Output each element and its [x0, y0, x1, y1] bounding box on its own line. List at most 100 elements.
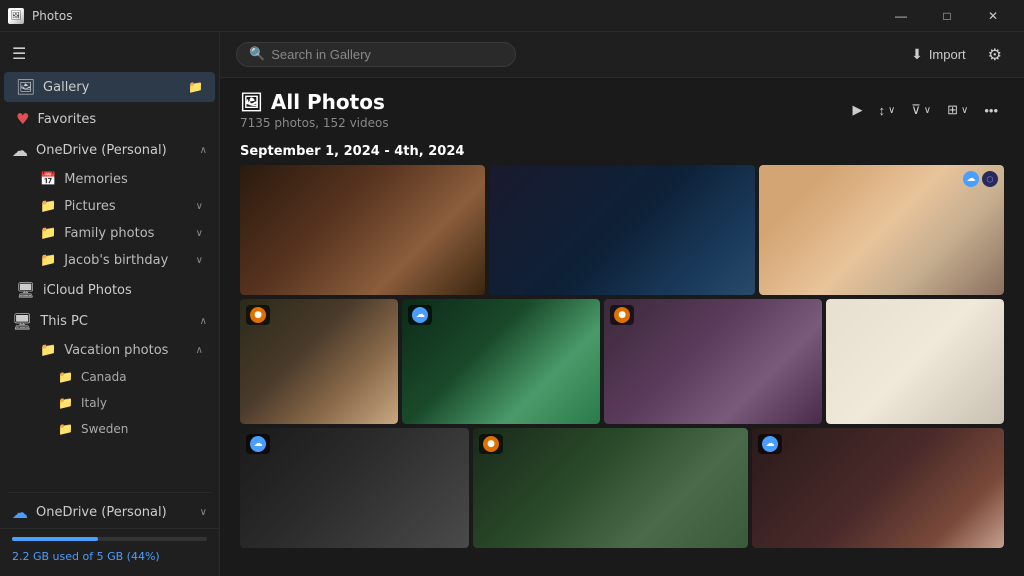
more-icon: ••• — [984, 103, 998, 118]
onedrive-chevron-icon: ∧ — [200, 145, 207, 156]
photo-cell[interactable]: ☁ — [402, 299, 600, 424]
gallery-controls: ▶ ↕ ∨ ⊽ ∨ ⊞ ∨ ••• — [846, 98, 1004, 122]
family-photos-label: Family photos — [64, 226, 187, 241]
badge-icon: ● — [250, 307, 266, 323]
storage-bar-fill — [12, 537, 98, 541]
sort-icon: ↕ — [878, 103, 885, 118]
sidebar-onedrive-bottom[interactable]: ☁ OneDrive (Personal) ∨ — [0, 497, 219, 528]
photo-row-2: ● ☁ ● — [240, 299, 1004, 424]
import-icon: ⬇ — [911, 46, 923, 63]
photo-cell[interactable]: ● — [240, 299, 398, 424]
title-bar-left: 🖼 Photos — [8, 8, 72, 24]
photo-badge: ☁ — [246, 434, 270, 454]
pictures-icon: 📁 — [40, 199, 56, 214]
gallery-title-text: All Photos — [271, 90, 385, 114]
sidebar-favorites-label: Favorites — [37, 112, 203, 127]
photo-row-3: ☁ ● ☁ — [240, 428, 1004, 548]
window-controls: — □ ✕ — [878, 0, 1016, 32]
badge-icon: ● — [614, 307, 630, 323]
sidebar-item-onedrive-personal[interactable]: ☁ OneDrive (Personal) ∧ — [0, 135, 219, 166]
sidebar-item-italy[interactable]: 📁 Italy — [4, 391, 215, 415]
family-photos-icon: 📁 — [40, 226, 56, 241]
jacobs-birthday-icon: 📁 — [40, 253, 56, 268]
canada-icon: 📁 — [58, 370, 73, 384]
more-button[interactable]: ••• — [978, 99, 1004, 122]
onedrive-label: OneDrive (Personal) — [36, 143, 192, 158]
sidebar-divider — [8, 492, 211, 493]
this-pc-label: This PC — [40, 314, 191, 329]
photo-cell[interactable] — [489, 165, 755, 295]
vacation-photos-chevron-icon: ∧ — [196, 345, 203, 356]
photo-cell[interactable]: ☁ — [240, 428, 469, 548]
photo-cell[interactable]: ☁ ⬡ — [759, 165, 1004, 295]
photo-badge: ☁ — [758, 434, 782, 454]
heart-icon: ♥ — [16, 110, 29, 128]
gallery-title-icon: 🖼 — [240, 92, 263, 113]
sidebar-item-icloud-photos[interactable]: 🖥 iCloud Photos — [4, 275, 215, 305]
sidebar-item-canada[interactable]: 📁 Canada — [4, 365, 215, 389]
gallery-header: 🖼 All Photos 7135 photos, 152 videos ▶ ↕… — [220, 78, 1024, 136]
sidebar-item-pictures[interactable]: 📁 Pictures ∨ — [4, 194, 215, 219]
sweden-icon: 📁 — [58, 422, 73, 436]
app-body: ☰ 🖼 Gallery 📁 ♥ Favorites ☁ OneDrive (Pe… — [0, 32, 1024, 576]
minimize-button[interactable]: — — [878, 0, 924, 32]
import-button[interactable]: ⬇ Import — [903, 42, 974, 67]
photo-cell[interactable]: ☁ — [752, 428, 1004, 548]
storage-bar — [12, 537, 207, 541]
sidebar-item-gallery[interactable]: 🖼 Gallery 📁 — [4, 72, 215, 102]
badge-icon: ☁ — [412, 307, 428, 323]
sidebar-item-this-pc[interactable]: 🖥 This PC ∧ — [0, 306, 219, 337]
photo-row-1: ☁ ⬡ — [240, 165, 1004, 295]
sidebar-item-sweden[interactable]: 📁 Sweden — [4, 417, 215, 441]
badge-icon: ● — [483, 436, 499, 452]
gallery-title-row: 🖼 All Photos 7135 photos, 152 videos ▶ ↕… — [240, 90, 1004, 130]
vacation-photos-icon: 📁 — [40, 343, 56, 358]
close-button[interactable]: ✕ — [970, 0, 1016, 32]
sidebar-item-favorites[interactable]: ♥ Favorites — [4, 104, 215, 134]
photo-grid: ☁ ⬡ ● ☁ — [220, 165, 1024, 576]
memories-label: Memories — [64, 172, 128, 187]
sidebar-item-memories[interactable]: 📅 Memories — [4, 167, 215, 192]
cloud-badge: ☁ — [963, 171, 979, 187]
photo-cell[interactable]: ● — [473, 428, 748, 548]
sidebar-item-family-photos[interactable]: 📁 Family photos ∨ — [4, 221, 215, 246]
maximize-button[interactable]: □ — [924, 0, 970, 32]
vacation-photos-label: Vacation photos — [64, 343, 187, 358]
gallery-icon: 🖼 — [16, 78, 35, 96]
jacobs-birthday-chevron-icon: ∨ — [196, 255, 203, 266]
sidebar-item-vacation-photos[interactable]: 📁 Vacation photos ∧ — [4, 338, 215, 363]
sort-button[interactable]: ↕ ∨ — [872, 99, 901, 122]
photo-badge: ● — [610, 305, 634, 325]
sidebar-item-jacobs-birthday[interactable]: 📁 Jacob's birthday ∨ — [4, 248, 215, 273]
search-bar[interactable]: 🔍 — [236, 42, 516, 67]
filter-button[interactable]: ⊽ ∨ — [905, 98, 937, 122]
photo-cell[interactable] — [240, 165, 485, 295]
storage-bar-container: 2.2 GB used of 5 GB (44%) — [0, 528, 219, 572]
onedrive-badge: ⬡ — [982, 171, 998, 187]
filter-icon: ⊽ — [911, 102, 921, 118]
gallery-action-icon: 📁 — [188, 80, 203, 94]
badge-icon: ☁ — [762, 436, 778, 452]
gallery-title: 🖼 All Photos — [240, 90, 389, 114]
sidebar: ☰ 🖼 Gallery 📁 ♥ Favorites ☁ OneDrive (Pe… — [0, 32, 220, 576]
gear-icon: ⚙ — [988, 45, 1002, 65]
view-button[interactable]: ⊞ ∨ — [941, 98, 974, 122]
photo-top-icons: ☁ ⬡ — [963, 171, 998, 187]
date-header: September 1, 2024 - 4th, 2024 — [220, 136, 1024, 165]
top-bar-actions: ⬇ Import ⚙ — [903, 41, 1008, 69]
main-content: 🔍 ⬇ Import ⚙ 🖼 All Photos — [220, 32, 1024, 576]
photo-cell[interactable]: ● — [604, 299, 822, 424]
search-icon: 🔍 — [249, 47, 265, 62]
jacobs-birthday-label: Jacob's birthday — [64, 253, 187, 268]
import-label: Import — [929, 47, 966, 62]
app-icon: 🖼 — [8, 8, 24, 24]
app-title: Photos — [32, 9, 72, 23]
photo-cell[interactable] — [826, 299, 1004, 424]
cloud-icon: ☁ — [12, 141, 28, 160]
badge-icon: ☁ — [250, 436, 266, 452]
hamburger-menu-button[interactable]: ☰ — [0, 36, 219, 71]
settings-button[interactable]: ⚙ — [982, 41, 1008, 69]
storage-text: 2.2 GB used of 5 GB (44%) — [12, 550, 160, 563]
search-input[interactable] — [271, 47, 503, 62]
slideshow-button[interactable]: ▶ — [846, 98, 868, 122]
